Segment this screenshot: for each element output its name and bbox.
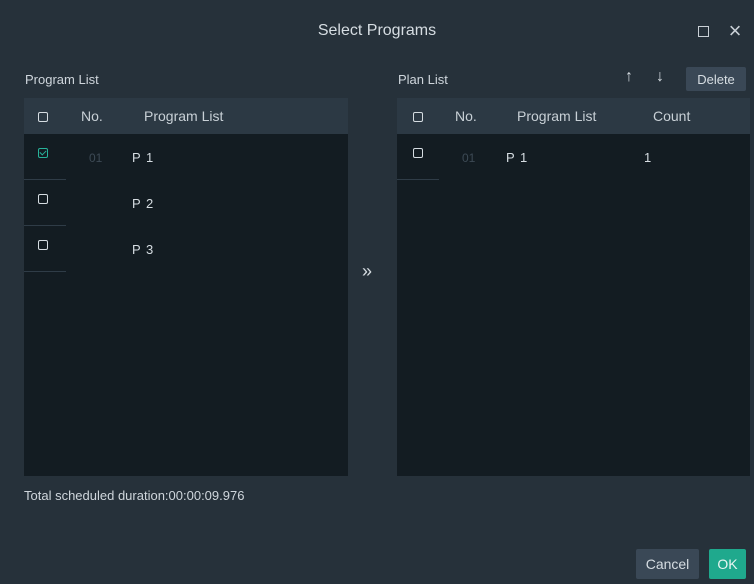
cancel-button[interactable]: Cancel (636, 549, 699, 579)
row-number: 01 (462, 151, 476, 165)
select-all-checkbox[interactable] (413, 112, 423, 122)
program-name: P 3 (132, 242, 155, 257)
program-list-label: Program List (25, 72, 99, 87)
row-checkbox[interactable] (413, 148, 423, 158)
column-header-program: Program List (144, 108, 224, 124)
total-duration: Total scheduled duration:00:00:09.976 (24, 488, 245, 503)
plan-list-panel: No. Program List Count 01 P 1 1 (397, 98, 750, 476)
table-row[interactable]: 01 P 1 1 (397, 134, 750, 180)
move-up-icon[interactable]: ↑ (625, 68, 633, 86)
ok-button[interactable]: OK (709, 549, 746, 579)
column-header-program: Program List (517, 108, 597, 124)
column-header-no: No. (455, 108, 477, 124)
program-list-header: No. Program List (24, 98, 348, 134)
select-all-checkbox[interactable] (38, 112, 48, 122)
title-bar: Select Programs × (0, 0, 754, 60)
row-checkbox[interactable] (38, 240, 48, 250)
program-name: P 1 (506, 150, 529, 165)
table-row[interactable]: P 2 (24, 180, 348, 226)
delete-button[interactable]: Delete (686, 67, 746, 91)
maximize-icon (697, 25, 709, 37)
plan-list-label: Plan List (398, 72, 448, 87)
table-row[interactable]: 01 P 1 (24, 134, 348, 180)
row-divider (397, 179, 439, 180)
program-list-panel: No. Program List 01 P 1 P 2 P 3 (24, 98, 348, 476)
program-name: P 1 (132, 150, 155, 165)
add-to-plan-icon[interactable]: » (362, 261, 372, 282)
row-checkbox[interactable] (38, 194, 48, 204)
close-button[interactable]: × (724, 20, 746, 42)
row-checkbox[interactable] (38, 148, 48, 158)
close-icon: × (728, 18, 742, 43)
maximize-button[interactable] (692, 20, 714, 42)
program-name: P 2 (132, 196, 155, 211)
plan-list-header: No. Program List Count (397, 98, 750, 134)
move-down-icon[interactable]: ↓ (656, 68, 664, 86)
row-number: 01 (89, 151, 103, 165)
window-title: Select Programs (317, 22, 437, 39)
column-header-no: No. (81, 108, 103, 124)
play-count: 1 (644, 150, 652, 165)
column-header-count: Count (653, 108, 691, 124)
row-divider (24, 271, 66, 272)
table-row[interactable]: P 3 (24, 226, 348, 272)
